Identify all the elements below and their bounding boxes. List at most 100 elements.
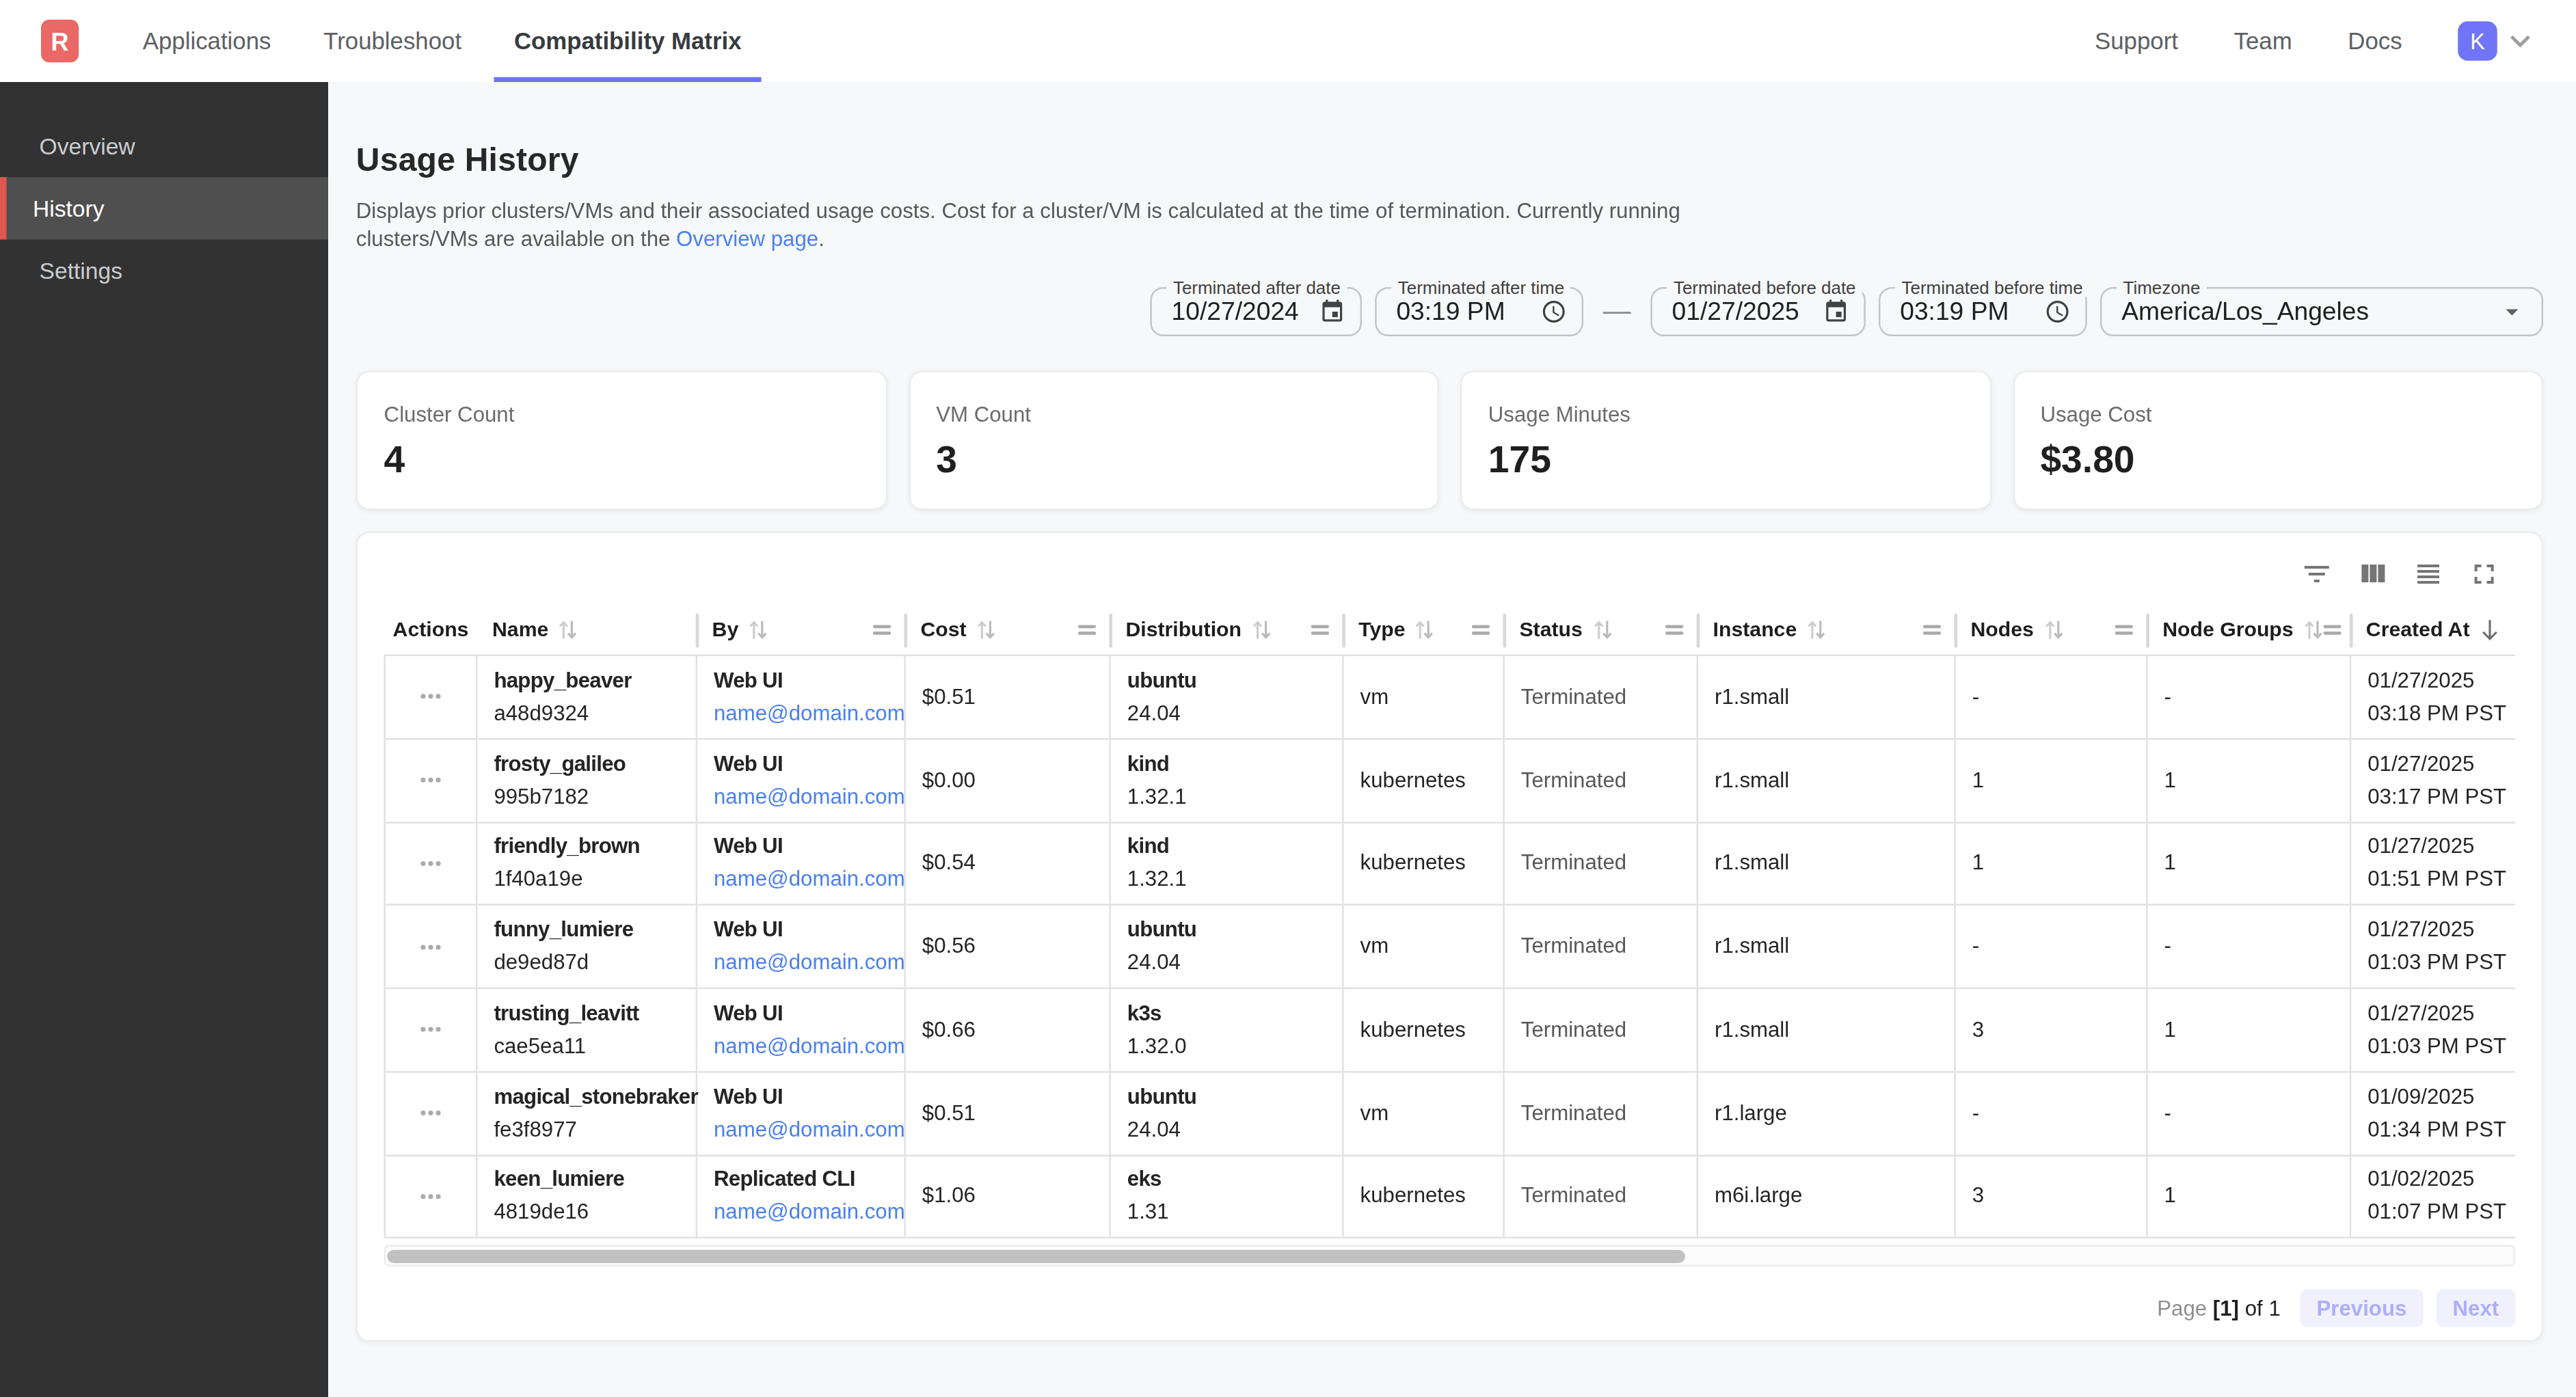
terminated-after-time-field[interactable]: Terminated after time 03:19 PM (1375, 287, 1583, 336)
row-actions-button[interactable] (417, 1016, 445, 1044)
tab-compatibility-matrix[interactable]: Compatibility Matrix (494, 0, 761, 82)
previous-button[interactable]: Previous (2300, 1290, 2424, 1327)
cell-created-at: 01/27/202501:03 PM PST (2351, 989, 2519, 1070)
tab-applications[interactable]: Applications (123, 0, 291, 82)
sidebar-item-overview[interactable]: Overview (0, 115, 328, 177)
header-link-team[interactable]: Team (2234, 28, 2292, 54)
column-menu-icon[interactable] (1311, 623, 1329, 636)
column-menu-icon[interactable] (1472, 623, 1490, 636)
column-header-cost[interactable]: Cost (906, 606, 1111, 655)
field-value: 10/27/2024 (1172, 297, 1319, 326)
row-actions-button[interactable] (417, 766, 445, 794)
cell-cost: $1.06 (906, 1156, 1111, 1237)
row-actions-button[interactable] (417, 1182, 445, 1210)
page-indicator: Page [1] of 1 (2157, 1297, 2280, 1321)
chevron-down-icon[interactable] (2501, 21, 2540, 61)
timezone-select[interactable]: Timezone America/Los_Angeles (2100, 287, 2543, 336)
cell-created-at: 01/27/202503:18 PM PST (2351, 656, 2519, 737)
next-button[interactable]: Next (2437, 1290, 2516, 1327)
cell-node-groups: 1 (2148, 740, 2352, 821)
table-header-row: ActionsNameByCostDistributionTypeStatusI… (384, 606, 2516, 656)
field-value: America/Los_Angeles (2121, 297, 2497, 326)
email-link[interactable]: name@domain.com (714, 947, 904, 979)
date-range-separator: — (1603, 295, 1631, 328)
header-link-support[interactable]: Support (2095, 28, 2178, 54)
sidebar-item-settings[interactable]: Settings (0, 239, 328, 301)
horizontal-scrollbar[interactable] (384, 1245, 2516, 1266)
app-logo[interactable]: R (41, 20, 79, 62)
filter-icon[interactable] (2300, 558, 2333, 591)
stat-card-cluster-count: Cluster Count4 (356, 370, 887, 510)
tab-troubleshoot[interactable]: Troubleshoot (304, 0, 481, 82)
column-menu-icon[interactable] (2115, 623, 2133, 636)
column-header-instance[interactable]: Instance (1698, 606, 1956, 655)
calendar-icon[interactable] (1319, 299, 1345, 325)
cell-actions (384, 823, 478, 904)
table-body: happy_beavera48d9324Web UIname@domain.co… (384, 656, 2516, 1239)
sidebar: OverviewHistorySettings (0, 82, 328, 1397)
columns-icon[interactable] (2356, 558, 2389, 591)
cell-name: friendly_brown1f40a19e (477, 823, 697, 904)
overview-page-link[interactable]: Overview page (676, 226, 818, 251)
cell-node-groups: 1 (2148, 823, 2352, 904)
clock-icon[interactable] (2044, 299, 2070, 325)
cell-by: Web UIname@domain.com (697, 906, 906, 987)
logo-letter: R (51, 27, 69, 55)
row-actions-button[interactable] (417, 933, 445, 961)
column-menu-icon[interactable] (873, 623, 891, 636)
terminated-before-date-field[interactable]: Terminated before date 01/27/2025 (1650, 287, 1865, 336)
email-link[interactable]: name@domain.com (714, 1197, 904, 1230)
sidebar-item-history[interactable]: History (0, 177, 328, 239)
density-icon[interactable] (2412, 558, 2445, 591)
email-link[interactable]: name@domain.com (714, 1113, 904, 1146)
calendar-icon[interactable] (1823, 299, 1849, 325)
terminated-after-date-field[interactable]: Terminated after date 10/27/2024 (1150, 287, 1362, 336)
page-title: Usage History (356, 141, 2543, 178)
cell-actions (384, 1156, 478, 1237)
terminated-before-time-field[interactable]: Terminated before time 03:19 PM (1879, 287, 2087, 336)
sort-arrows-icon (559, 619, 578, 642)
row-actions-button[interactable] (417, 683, 445, 711)
column-header-name[interactable]: Name (477, 606, 697, 655)
app-root: R ApplicationsTroubleshootCompatibility … (0, 0, 2576, 1397)
column-menu-icon[interactable] (1078, 623, 1096, 636)
column-menu-icon[interactable] (1923, 623, 1941, 636)
column-header-node-groups[interactable]: Node Groups (2148, 606, 2352, 655)
cell-name: frosty_galileo995b7182 (477, 740, 697, 821)
table-row: magical_stonebrakerfe3f8977Web UIname@do… (384, 1072, 2516, 1156)
cell-distribution: kind1.32.1 (1111, 740, 1344, 821)
cell-status: Terminated (1505, 989, 1698, 1070)
column-header-type[interactable]: Type (1344, 606, 1505, 655)
cell-distribution: eks1.31 (1111, 1156, 1344, 1237)
column-header-created-at[interactable]: Created At (2351, 606, 2519, 655)
column-header-status[interactable]: Status (1505, 606, 1698, 655)
cell-node-groups: 1 (2148, 1156, 2352, 1237)
cell-distribution: ubuntu24.04 (1111, 1072, 1344, 1154)
cell-distribution: k3s1.32.0 (1111, 989, 1344, 1070)
email-link[interactable]: name@domain.com (714, 863, 904, 896)
field-label: Terminated after date (1166, 277, 1347, 297)
cell-instance: r1.small (1698, 906, 1956, 987)
column-header-actions[interactable]: Actions (384, 606, 478, 655)
row-actions-button[interactable] (417, 1099, 445, 1127)
row-actions-button[interactable] (417, 850, 445, 878)
cell-distribution: ubuntu24.04 (1111, 906, 1344, 987)
email-link[interactable]: name@domain.com (714, 1030, 904, 1063)
sort-arrows-icon (976, 619, 996, 642)
table-row: funny_lumierede9ed87dWeb UIname@domain.c… (384, 906, 2516, 989)
cell-by: Web UIname@domain.com (697, 656, 906, 737)
scrollbar-thumb[interactable] (387, 1249, 1685, 1262)
header-links: Support Team Docs (2095, 28, 2458, 54)
email-link[interactable]: name@domain.com (714, 781, 904, 813)
avatar[interactable]: K (2458, 21, 2497, 61)
fullscreen-icon[interactable] (2468, 558, 2501, 591)
column-menu-icon[interactable] (2323, 623, 2341, 636)
column-menu-icon[interactable] (1665, 623, 1683, 636)
header-link-docs[interactable]: Docs (2348, 28, 2402, 54)
cell-by: Web UIname@domain.com (697, 823, 906, 904)
clock-icon[interactable] (1541, 299, 1567, 325)
column-header-nodes[interactable]: Nodes (1956, 606, 2148, 655)
email-link[interactable]: name@domain.com (714, 697, 904, 730)
column-header-distribution[interactable]: Distribution (1111, 606, 1344, 655)
column-header-by[interactable]: By (697, 606, 906, 655)
